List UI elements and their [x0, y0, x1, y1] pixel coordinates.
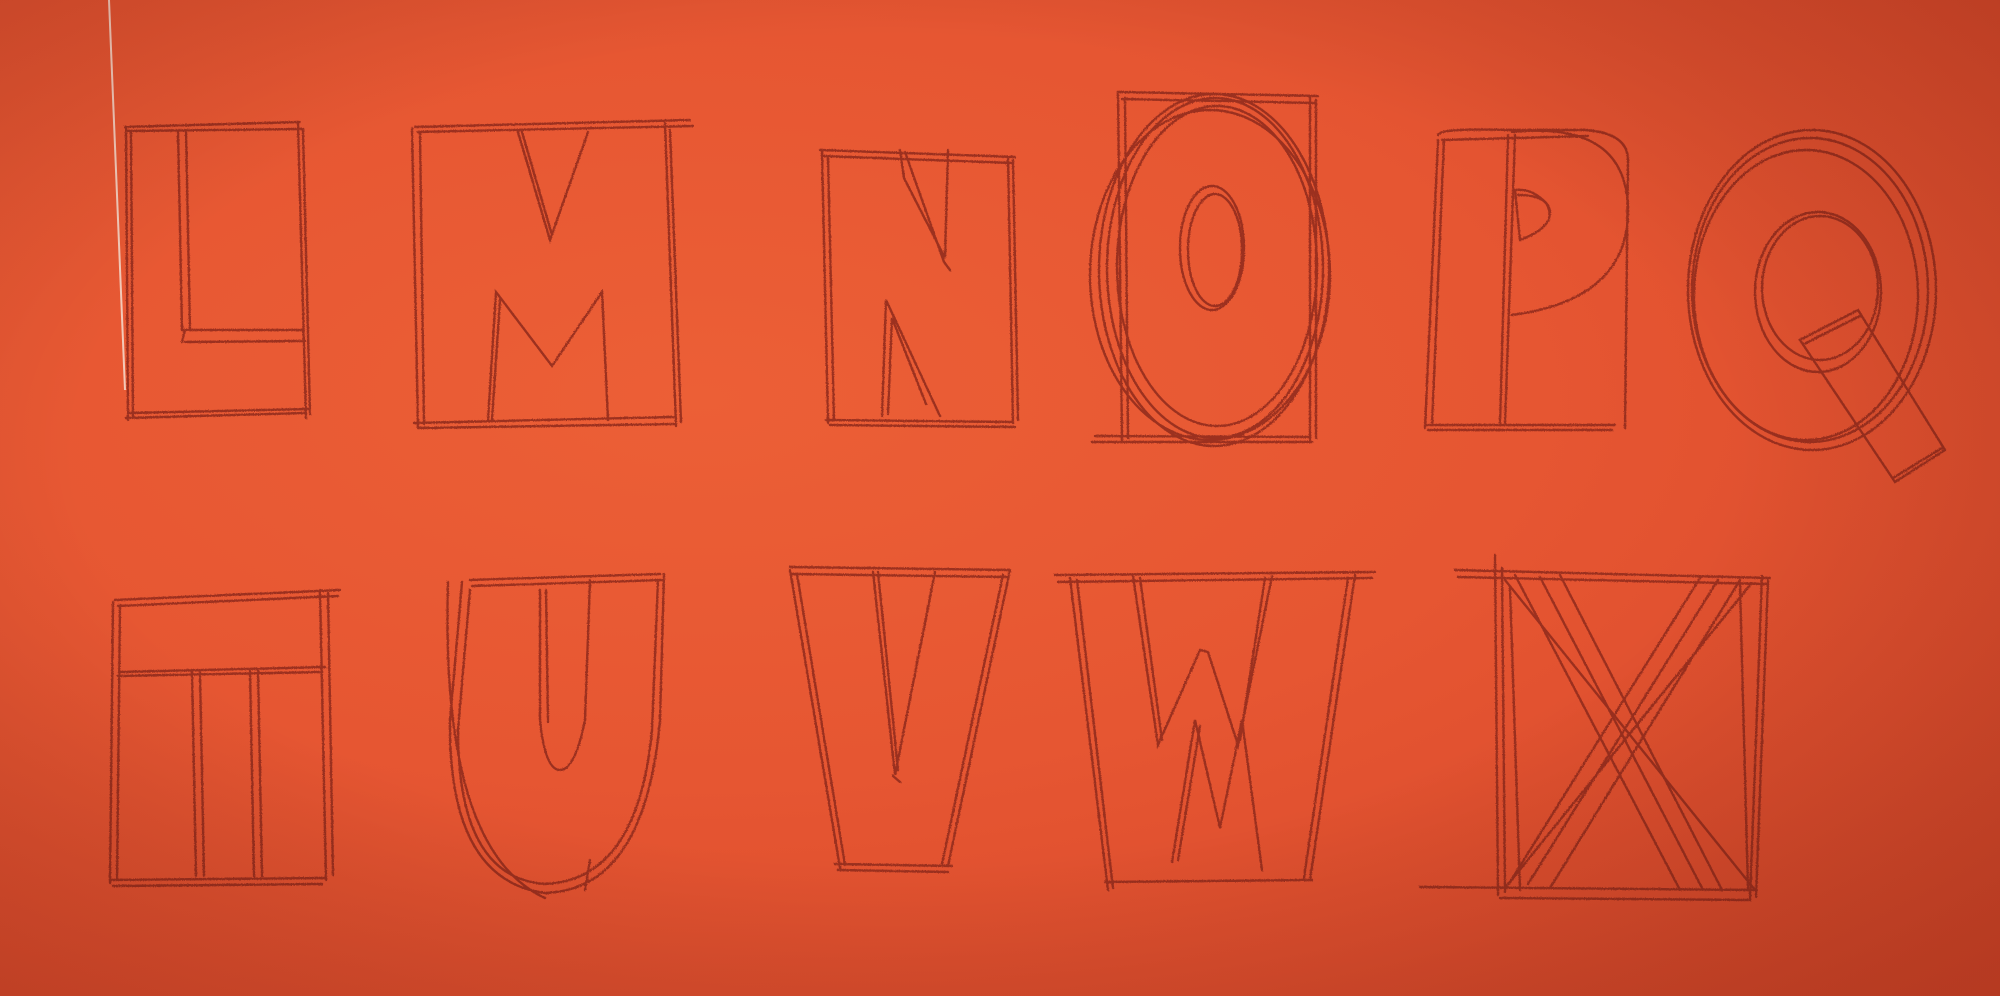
paper-sheet	[0, 0, 2000, 996]
photo-vignette	[0, 0, 2000, 996]
photo-stage: L M N O P Q T U V W X	[0, 0, 2000, 996]
